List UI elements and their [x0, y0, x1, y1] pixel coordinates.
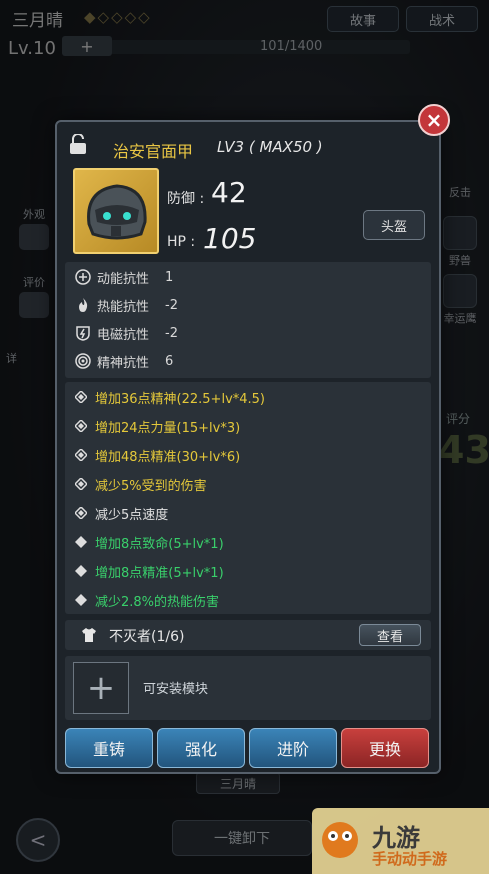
slot-type-badge: 头盔 — [363, 210, 425, 240]
resistance-label: 动能抗性 — [97, 271, 150, 287]
resistance-label: 热能抗性 — [97, 299, 150, 315]
bonus-list: 增加36点精神(22.5+lv*4.5) 增加24点力量(15+lv*3) 增加… — [65, 382, 431, 614]
bonus-text: 减少5点速度 — [95, 507, 169, 523]
module-box: + 可安装模块 — [65, 656, 431, 720]
enhance-button[interactable]: 强化 — [157, 728, 245, 768]
resistance-value: 1 — [165, 269, 174, 285]
resistance-list: 动能抗性 1 热能抗性 -2 电磁抗性 -2 精神抗性 6 — [65, 262, 431, 378]
watermark-line2: 手动动手游 — [372, 850, 448, 868]
replace-button[interactable]: 更换 — [341, 728, 429, 768]
defense-label: 防御 : — [167, 191, 205, 207]
bonus-row: 增加8点致命(5+lv*1) — [75, 531, 224, 553]
bonus-text: 增加8点精准(5+lv*1) — [95, 565, 224, 581]
item-level: LV3 ( MAX50 ) — [217, 138, 323, 156]
set-name: 不灭者(1/6) — [109, 629, 185, 645]
diamond-outline-icon — [75, 449, 87, 461]
shirt-icon — [82, 628, 96, 642]
resistance-row: 电磁抗性 -2 — [75, 322, 178, 344]
helmet-icon — [87, 184, 147, 240]
reforge-button[interactable]: 重铸 — [65, 728, 153, 768]
watermark-logo — [322, 822, 358, 858]
hp-label: HP : — [167, 234, 196, 250]
diamond-filled-icon — [75, 536, 87, 548]
resistance-label: 精神抗性 — [97, 355, 150, 371]
resistance-value: -2 — [165, 297, 178, 313]
bonus-row: 减少5点速度 — [75, 502, 168, 524]
plus-icon: + — [86, 668, 116, 708]
bonus-text: 减少5%受到的伤害 — [95, 478, 207, 494]
flame-icon — [79, 298, 88, 312]
set-bar: 不灭者(1/6) 查看 — [65, 620, 431, 650]
bonus-row: 减少2.8%的热能伤害 — [75, 589, 219, 611]
bonus-row: 增加24点力量(15+lv*3) — [75, 415, 240, 437]
diamond-outline-icon — [75, 507, 87, 519]
bonus-text: 增加36点精神(22.5+lv*4.5) — [95, 391, 266, 407]
bonus-text: 减少2.8%的热能伤害 — [95, 594, 220, 610]
view-set-button[interactable]: 查看 — [359, 624, 421, 646]
diamond-outline-icon — [75, 478, 87, 490]
defense-value: 42 — [211, 176, 247, 209]
resistance-value: 6 — [165, 353, 174, 369]
bonus-text: 增加24点力量(15+lv*3) — [95, 420, 241, 436]
bonus-text: 增加8点致命(5+lv*1) — [95, 536, 224, 552]
diamond-outline-icon — [75, 391, 87, 403]
resistance-value: -2 — [165, 325, 178, 341]
hp-value: 105 — [203, 222, 257, 255]
bonus-row: 增加36点精神(22.5+lv*4.5) — [75, 386, 265, 408]
close-button[interactable]: × — [418, 104, 450, 136]
diamond-filled-icon — [75, 594, 87, 606]
watermark: 九游 手动动手游 — [312, 808, 489, 874]
bonus-text: 增加48点精准(30+lv*6) — [95, 449, 241, 465]
spiral-icon — [75, 353, 91, 369]
resistance-label: 电磁抗性 — [97, 327, 150, 343]
kinetic-icon — [75, 269, 91, 285]
resistance-row: 动能抗性 1 — [75, 266, 173, 288]
bonus-row: 减少5%受到的伤害 — [75, 473, 207, 495]
resistance-row: 热能抗性 -2 — [75, 294, 178, 316]
bonus-row: 增加8点精准(5+lv*1) — [75, 560, 224, 582]
advance-button[interactable]: 进阶 — [249, 728, 337, 768]
resistance-row: 精神抗性 6 — [75, 350, 173, 372]
diamond-filled-icon — [75, 565, 87, 577]
unlock-icon[interactable] — [69, 134, 87, 154]
add-module-button[interactable]: + — [73, 662, 129, 714]
module-hint: 可安装模块 — [143, 682, 209, 697]
diamond-outline-icon — [75, 420, 87, 432]
bonus-row: 增加48点精准(30+lv*6) — [75, 444, 240, 466]
electromagnetic-icon — [76, 326, 90, 341]
item-name: 治安官面甲 — [113, 142, 194, 161]
equipment-popup: 治安官面甲 LV3 ( MAX50 ) 防御 : 42 HP : 105 头盔 … — [55, 120, 441, 774]
helmet-portrait — [73, 168, 159, 254]
